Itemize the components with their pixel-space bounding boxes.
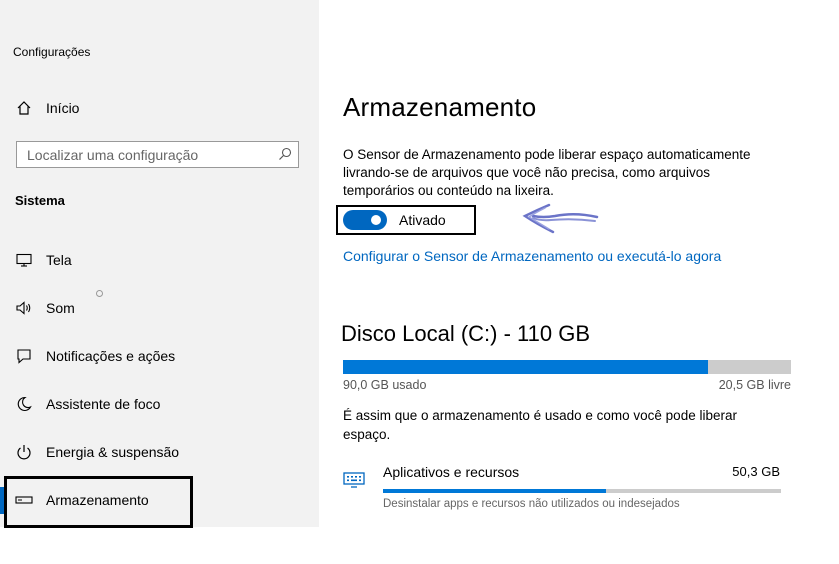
sidebar-item-label: Tela xyxy=(46,252,72,268)
decorative-dot xyxy=(96,290,103,297)
sidebar-item-som[interactable]: Som xyxy=(0,288,319,328)
category-description: Desinstalar apps e recursos não utilizad… xyxy=(383,498,680,510)
nav-home-label: Início xyxy=(46,100,80,116)
toggle-label: Ativado xyxy=(399,212,446,228)
disk-free-label: 20,5 GB livre xyxy=(718,378,791,392)
sidebar-item-label: Som xyxy=(46,300,75,316)
highlight-box-armazenamento xyxy=(4,476,193,528)
moon-icon xyxy=(15,395,33,413)
search-icon xyxy=(278,147,292,161)
search-input[interactable]: Localizar uma configuração xyxy=(16,141,299,168)
disk-used-label: 90,0 GB usado xyxy=(343,378,427,392)
nav-home[interactable]: Início xyxy=(0,88,319,128)
category-usage-fill xyxy=(383,489,606,493)
disk-usage-bar xyxy=(343,360,791,374)
sidebar-item-notificacoes[interactable]: Notificações e ações xyxy=(0,336,319,376)
sidebar: Configurações Início Localizar uma confi… xyxy=(0,0,319,527)
toggle-knob xyxy=(371,215,381,225)
storage-sense-description: O Sensor de Armazenamento pode liberar e… xyxy=(343,147,751,198)
page-title: Armazenamento xyxy=(343,92,537,122)
keyboard-icon xyxy=(343,472,365,488)
monitor-icon xyxy=(15,251,33,269)
usage-description: É assim que o armazenamento é usado e co… xyxy=(343,408,737,442)
disk-usage-fill xyxy=(343,360,709,374)
sidebar-item-label: Energia & suspensão xyxy=(46,444,180,460)
app-title: Configurações xyxy=(13,45,91,59)
category-usage-bar xyxy=(383,489,781,493)
notification-icon xyxy=(15,347,33,365)
sidebar-item-energia[interactable]: Energia & suspensão xyxy=(0,432,319,472)
configure-storage-sense-link[interactable]: Configurar o Sensor de Armazenamento ou … xyxy=(343,248,721,264)
category-name: Aplicativos e recursos xyxy=(383,464,520,480)
sidebar-item-tela[interactable]: Tela xyxy=(0,240,319,280)
annotation-arrow-icon xyxy=(522,203,599,234)
home-icon xyxy=(15,99,33,117)
category-size: 50,3 GB xyxy=(732,464,780,479)
storage-sense-toggle[interactable] xyxy=(343,210,387,230)
sidebar-item-assistente[interactable]: Assistente de foco xyxy=(0,384,319,424)
sidebar-item-label: Notificações e ações xyxy=(46,348,176,364)
sidebar-item-label: Assistente de foco xyxy=(46,396,161,412)
disk-title: Disco Local (C:) - 110 GB xyxy=(341,321,591,346)
power-icon xyxy=(15,443,33,461)
speaker-icon xyxy=(15,299,33,317)
section-heading: Sistema xyxy=(15,193,65,208)
search-placeholder: Localizar uma configuração xyxy=(27,147,199,163)
